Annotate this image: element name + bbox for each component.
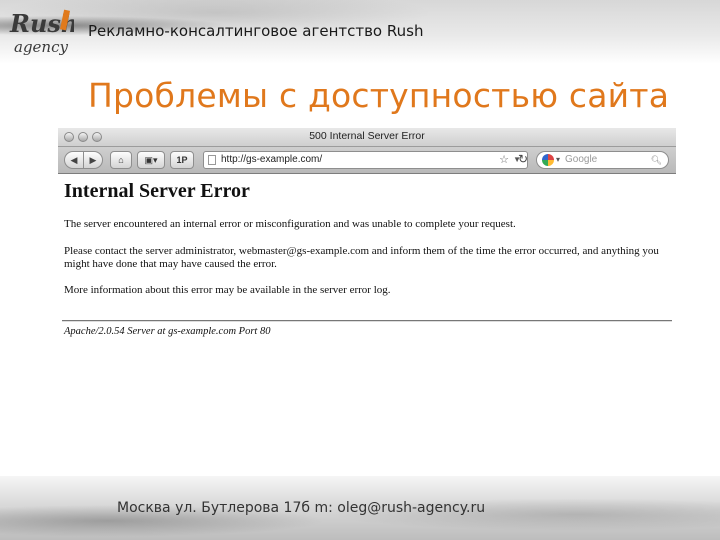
rush-agency-logo: Rush agency	[9, 9, 74, 56]
google-icon	[542, 154, 554, 166]
back-arrow-icon: ◀	[70, 155, 78, 165]
forward-arrow-icon: ▶	[89, 155, 97, 165]
search-bar[interactable]: ▾ Google 🔍︎	[536, 151, 669, 169]
address-url: http://gs-example.com/	[221, 154, 323, 165]
page-favicon-icon	[208, 155, 216, 165]
forward-button[interactable]: ▶	[83, 151, 103, 169]
divider	[62, 320, 672, 322]
reload-icon[interactable]: ↻	[515, 151, 531, 169]
logo-word-bottom: agency	[14, 38, 68, 56]
bookmarks-icon: ▣▾	[144, 155, 158, 165]
search-engine-dropdown-icon[interactable]: ▾	[556, 152, 560, 168]
back-button[interactable]: ◀	[64, 151, 84, 169]
window-title: 500 Internal Server Error	[309, 130, 425, 142]
bookmark-star-icon[interactable]: ☆	[499, 152, 509, 168]
error-heading: Internal Server Error	[64, 180, 250, 202]
address-bar[interactable]: http://gs-example.com/ ☆ ▼	[203, 151, 528, 169]
page-content: Internal Server Error The server encount…	[58, 174, 676, 348]
error-paragraph-3: More information about this error may be…	[64, 284, 391, 296]
home-button[interactable]: ⌂	[110, 151, 132, 169]
window-titlebar: 500 Internal Server Error	[58, 128, 676, 147]
agency-header-text: Рекламно-консалтинговое агентство Rush	[88, 22, 424, 40]
browser-window: 500 Internal Server Error ◀ ▶ ⌂ ▣▾ 1P ht…	[58, 128, 676, 348]
browser-toolbar: ◀ ▶ ⌂ ▣▾ 1P http://gs-example.com/ ☆ ▼ ↻…	[58, 147, 676, 174]
slide-title: Проблемы с доступностью сайта	[88, 76, 670, 115]
bookmarks-button[interactable]: ▣▾	[137, 151, 165, 169]
error-paragraph-2: Please contact the server administrator,…	[64, 245, 659, 270]
footer-contact: Москва ул. Бутлерова 17б m: oleg@rush-ag…	[117, 500, 486, 516]
home-icon: ⌂	[118, 155, 124, 165]
server-signature: Apache/2.0.54 Server at gs-example.com P…	[64, 326, 271, 337]
error-paragraph-1: The server encountered an internal error…	[64, 218, 516, 230]
search-placeholder: Google	[565, 154, 598, 165]
search-magnifier-icon[interactable]: 🔍︎	[651, 152, 662, 168]
onepassword-button[interactable]: 1P	[170, 151, 194, 169]
